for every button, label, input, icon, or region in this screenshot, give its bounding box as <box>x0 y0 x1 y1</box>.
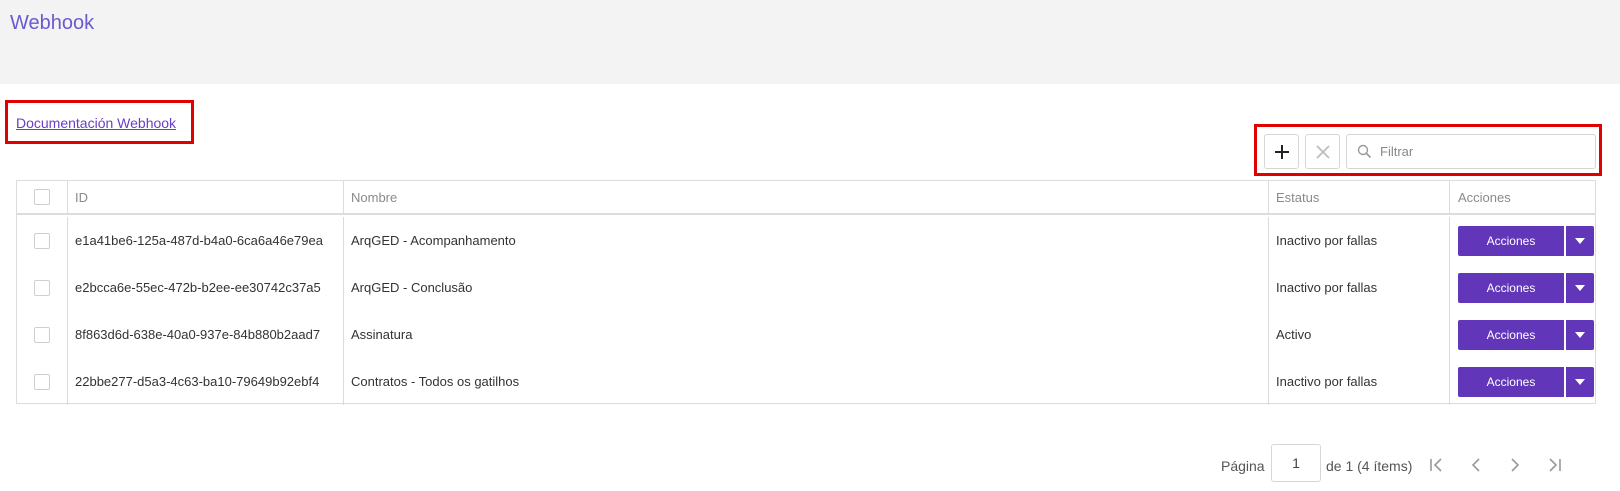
table-row: 22bbe277-d5a3-4c63-ba10-79649b92ebf4 Con… <box>17 358 1595 405</box>
actions-button[interactable]: Acciones <box>1458 319 1564 350</box>
caret-down-icon <box>1575 378 1585 385</box>
row-id: e1a41be6-125a-487d-b4a0-6ca6a46e79ea <box>68 217 344 264</box>
actions-dropdown-button[interactable] <box>1566 319 1594 350</box>
page-header: Webhook <box>0 0 1620 84</box>
previous-page-button[interactable] <box>1464 453 1488 477</box>
row-status: Activo <box>1269 311 1450 358</box>
column-header-status[interactable]: Estatus <box>1269 181 1450 213</box>
row-name: Contratos - Todos os gatilhos <box>344 358 1269 405</box>
webhook-table: ID Nombre Estatus Acciones e1a41be6-125a… <box>16 180 1596 405</box>
row-id: 22bbe277-d5a3-4c63-ba10-79649b92ebf4 <box>68 358 344 405</box>
row-name: ArqGED - Conclusão <box>344 264 1269 311</box>
first-page-button[interactable] <box>1425 453 1449 477</box>
row-checkbox[interactable] <box>34 326 50 343</box>
row-id: e2bcca6e-55ec-472b-b2ee-ee30742c37a5 <box>68 264 344 311</box>
pagination-total: de 1 (4 ítems) <box>1326 458 1413 474</box>
last-page-icon <box>1549 458 1561 472</box>
documentation-link[interactable]: Documentación Webhook <box>16 115 176 131</box>
table-row: e1a41be6-125a-487d-b4a0-6ca6a46e79ea Arq… <box>17 217 1595 264</box>
row-checkbox[interactable] <box>34 279 50 296</box>
last-page-button[interactable] <box>1542 453 1566 477</box>
column-header-id[interactable]: ID <box>68 181 344 213</box>
actions-button[interactable]: Acciones <box>1458 225 1564 256</box>
row-checkbox[interactable] <box>34 232 50 249</box>
add-button[interactable] <box>1264 134 1299 169</box>
caret-down-icon <box>1575 331 1585 338</box>
page-title: Webhook <box>10 12 95 34</box>
row-status: Inactivo por fallas <box>1269 358 1450 405</box>
row-name: Assinatura <box>344 311 1269 358</box>
actions-dropdown-button[interactable] <box>1566 225 1594 256</box>
table-row: 8f863d6d-638e-40a0-937e-84b880b2aad7 Ass… <box>17 311 1595 358</box>
clear-button[interactable] <box>1305 134 1340 169</box>
close-icon <box>1315 144 1330 159</box>
column-header-name[interactable]: Nombre <box>344 181 1269 213</box>
filter-field[interactable] <box>1346 134 1596 169</box>
column-header-actions: Acciones <box>1458 189 1511 205</box>
row-checkbox[interactable] <box>34 373 50 390</box>
first-page-icon <box>1430 458 1442 472</box>
next-page-button[interactable] <box>1503 453 1527 477</box>
table-row: e2bcca6e-55ec-472b-b2ee-ee30742c37a5 Arq… <box>17 264 1595 311</box>
row-name: ArqGED - Acompanhamento <box>344 217 1269 264</box>
caret-down-icon <box>1575 237 1585 244</box>
search-icon <box>1357 144 1372 159</box>
row-status: Inactivo por fallas <box>1269 217 1450 264</box>
actions-dropdown-button[interactable] <box>1566 272 1594 303</box>
row-id: 8f863d6d-638e-40a0-937e-84b880b2aad7 <box>68 311 344 358</box>
table-header-row: ID Nombre Estatus Acciones <box>17 181 1595 215</box>
select-all-checkbox[interactable] <box>34 189 50 205</box>
caret-down-icon <box>1575 284 1585 291</box>
plus-icon <box>1274 144 1289 159</box>
row-status: Inactivo por fallas <box>1269 264 1450 311</box>
chevron-right-icon <box>1511 458 1520 472</box>
filter-input[interactable] <box>1380 135 1590 168</box>
actions-dropdown-button[interactable] <box>1566 366 1594 397</box>
chevron-left-icon <box>1471 458 1480 472</box>
actions-button[interactable]: Acciones <box>1458 366 1564 397</box>
pagination-label: Página <box>1221 458 1265 474</box>
page-number-input[interactable] <box>1271 444 1321 482</box>
actions-button[interactable]: Acciones <box>1458 272 1564 303</box>
